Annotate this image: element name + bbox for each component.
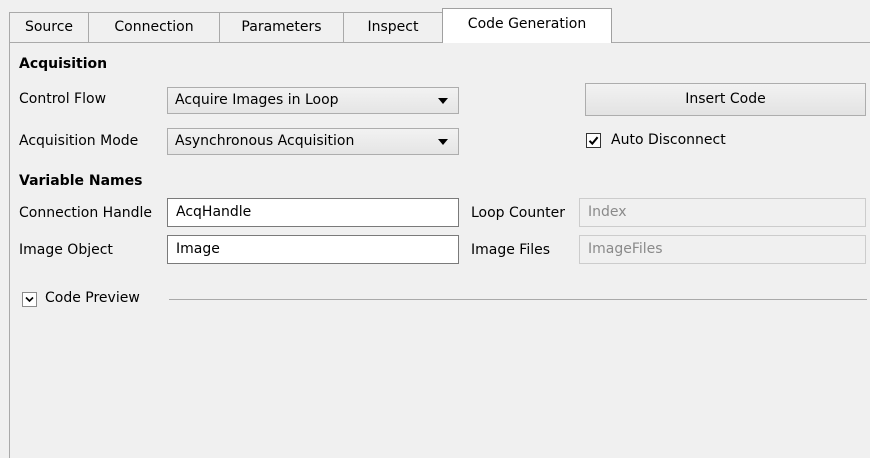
code-generation-panel: Acquisition Control Flow Acquire Images … <box>9 42 870 458</box>
tab-bar: Source Connection Parameters Inspect Cod… <box>9 8 869 43</box>
tab-connection[interactable]: Connection <box>88 12 220 42</box>
acquisition-mode-dropdown[interactable]: Asynchronous Acquisition <box>167 128 459 155</box>
checkmark-icon <box>588 136 599 146</box>
chevron-down-icon <box>25 296 34 303</box>
code-preview-area <box>11 311 869 457</box>
dropdown-arrow-icon <box>438 139 448 145</box>
variable-names-heading: Variable Names <box>19 173 143 189</box>
acquisition-heading: Acquisition <box>19 56 108 72</box>
tab-inspect[interactable]: Inspect <box>343 12 443 42</box>
image-object-input[interactable]: Image <box>167 235 459 264</box>
loop-counter-input[interactable]: Index <box>579 198 866 227</box>
image-object-label: Image Object <box>19 242 113 258</box>
code-preview-label: Code Preview <box>45 290 140 306</box>
control-flow-label: Control Flow <box>19 91 107 107</box>
acquisition-mode-label: Acquisition Mode <box>19 133 139 149</box>
auto-disconnect-label: Auto Disconnect <box>611 132 726 148</box>
tab-code-generation[interactable]: Code Generation <box>442 8 612 43</box>
tab-parameters[interactable]: Parameters <box>219 12 344 42</box>
insert-code-button[interactable]: Insert Code <box>585 83 866 116</box>
control-flow-dropdown[interactable]: Acquire Images in Loop <box>167 87 459 114</box>
loop-counter-label: Loop Counter <box>471 205 565 221</box>
code-preview-divider <box>169 299 867 300</box>
acquisition-mode-value: Asynchronous Acquisition <box>175 133 355 149</box>
image-files-label: Image Files <box>471 242 551 258</box>
auto-disconnect-checkbox[interactable] <box>586 133 601 148</box>
connection-handle-label: Connection Handle <box>19 205 153 221</box>
code-preview-expander[interactable] <box>22 292 37 307</box>
tab-source[interactable]: Source <box>9 12 89 42</box>
connection-handle-input[interactable]: AcqHandle <box>167 198 459 227</box>
dropdown-arrow-icon <box>438 98 448 104</box>
control-flow-value: Acquire Images in Loop <box>175 92 339 108</box>
image-files-input[interactable]: ImageFiles <box>579 235 866 264</box>
